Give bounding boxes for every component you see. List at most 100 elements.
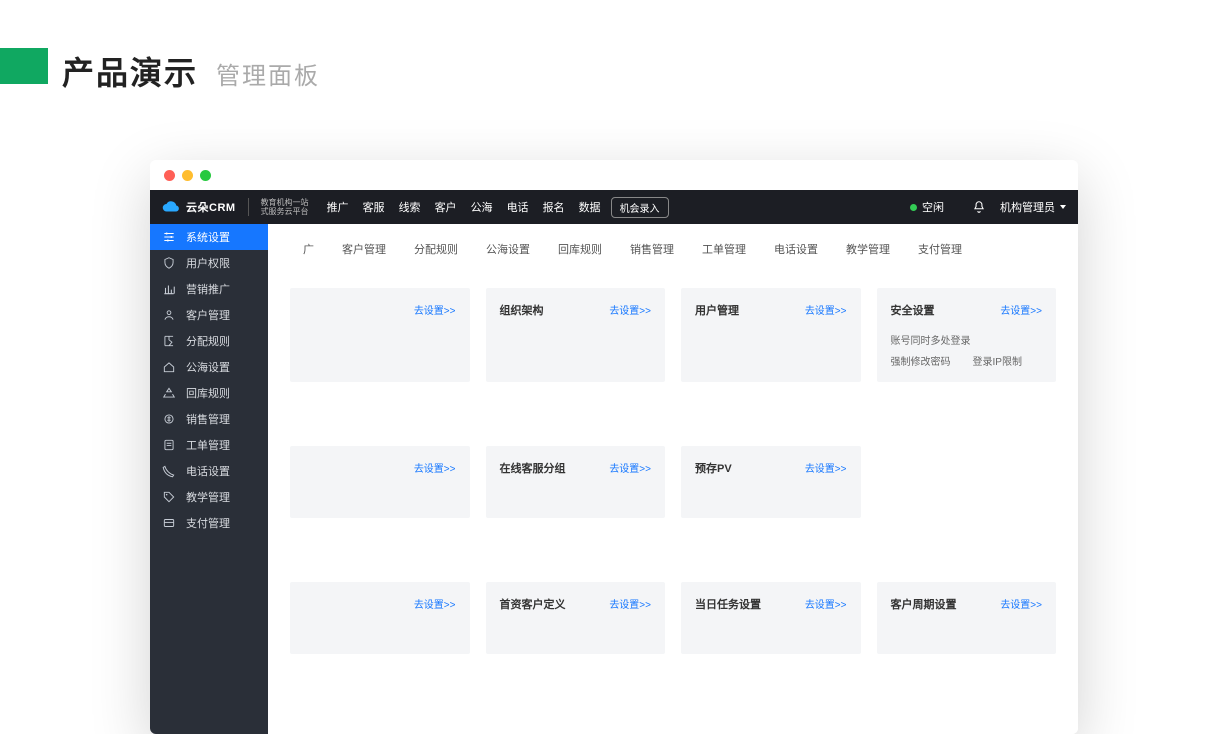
topnav-item-service[interactable]: 客服 [363, 199, 385, 215]
sidebar-item-label: 教学管理 [186, 489, 230, 505]
status-label: 空闲 [922, 199, 944, 215]
card-configure-link[interactable]: 去设置>> [609, 302, 651, 317]
status-dot-icon [910, 204, 917, 211]
topbar: 云朵CRM 教育机构一站 式服务云平台 推广 客服 线索 客户 公海 电话 报名… [150, 190, 1078, 224]
sidebar-item-customer-mgmt[interactable]: 客户管理 [150, 302, 268, 328]
sidebar-item-public-sea[interactable]: 公海设置 [150, 354, 268, 380]
card-placeholder-2: 去设置>> [290, 446, 470, 518]
chart-icon [162, 282, 176, 296]
subtab-teaching[interactable]: 教学管理 [835, 236, 901, 262]
sidebar-item-payment-mgmt[interactable]: 支付管理 [150, 510, 268, 536]
subtabs: 广 客户管理 分配规则 公海设置 回库规则 销售管理 工单管理 电话设置 教学管… [292, 224, 1078, 272]
card-configure-link[interactable]: 去设置>> [805, 460, 847, 475]
sidebar-item-label: 支付管理 [186, 515, 230, 531]
topnav-item-sea[interactable]: 公海 [471, 199, 493, 215]
topnav-item-lead[interactable]: 线索 [399, 199, 421, 215]
card-subitems: 账号同时多处登录 强制修改密码 登录IP限制 [891, 332, 1043, 368]
accent-bar [0, 48, 48, 84]
page-heading: 产品演示 管理面板 [0, 48, 320, 94]
phone-icon [162, 464, 176, 478]
card-security: 安全设置 去设置>> 账号同时多处登录 强制修改密码 登录IP限制 [877, 288, 1057, 382]
sidebar-item-return-rules[interactable]: 回库规则 [150, 380, 268, 406]
card-first-customer-def: 首资客户定义 去设置>> [486, 582, 666, 654]
sidebar-item-sales-mgmt[interactable]: 销售管理 [150, 406, 268, 432]
card-configure-link[interactable]: 去设置>> [414, 302, 456, 317]
person-icon [162, 308, 176, 322]
cloud-icon [162, 198, 180, 216]
card-customer-cycle: 客户周期设置 去设置>> [877, 582, 1057, 654]
subtab-partial[interactable]: 广 [292, 236, 325, 262]
subtab-payment[interactable]: 支付管理 [907, 236, 973, 262]
sidebar-item-marketing[interactable]: 营销推广 [150, 276, 268, 302]
sidebar-item-label: 客户管理 [186, 307, 230, 323]
card-configure-link[interactable]: 去设置>> [414, 596, 456, 611]
agent-status[interactable]: 空闲 [910, 199, 944, 215]
topnav-item-promo[interactable]: 推广 [327, 199, 349, 215]
card-user-mgmt: 用户管理 去设置>> [681, 288, 861, 382]
topnav-item-customer[interactable]: 客户 [435, 199, 457, 215]
shield-icon [162, 256, 176, 270]
card-subitem: 账号同时多处登录 [891, 332, 971, 347]
card-configure-link[interactable]: 去设置>> [609, 596, 651, 611]
sidebar-item-label: 公海设置 [186, 359, 230, 375]
main-panel: 广 客户管理 分配规则 公海设置 回库规则 销售管理 工单管理 电话设置 教学管… [268, 224, 1078, 734]
card-daily-task: 当日任务设置 去设置>> [681, 582, 861, 654]
card-row-3: 去设置>> 首资客户定义 去设置>> 当日任务设置 去设置>> 客户周期设置 去… [268, 566, 1078, 694]
recycle-icon [162, 386, 176, 400]
window-close-icon[interactable] [164, 170, 175, 181]
record-opportunity-button[interactable]: 机会录入 [611, 197, 669, 218]
card-configure-link[interactable]: 去设置>> [805, 302, 847, 317]
sidebar-item-teaching-mgmt[interactable]: 教学管理 [150, 484, 268, 510]
subtab-return-rules[interactable]: 回库规则 [547, 236, 613, 262]
sidebar-item-label: 系统设置 [186, 229, 230, 245]
subtab-distribution[interactable]: 分配规则 [403, 236, 469, 262]
card-icon [162, 516, 176, 530]
card-placeholder-3: 去设置>> [290, 582, 470, 654]
notifications-icon[interactable] [972, 200, 986, 214]
card-org-structure: 组织架构 去设置>> [486, 288, 666, 382]
sidebar-item-label: 工单管理 [186, 437, 230, 453]
card-configure-link[interactable]: 去设置>> [1000, 596, 1042, 611]
rules-icon [162, 334, 176, 348]
card-configure-link[interactable]: 去设置>> [414, 460, 456, 475]
chevron-down-icon [1060, 205, 1066, 209]
sliders-icon [162, 230, 176, 244]
sales-icon [162, 412, 176, 426]
page-subtitle: 管理面板 [216, 56, 320, 91]
card-configure-link[interactable]: 去设置>> [1000, 302, 1042, 317]
sidebar-item-label: 回库规则 [186, 385, 230, 401]
subtab-phone[interactable]: 电话设置 [763, 236, 829, 262]
subtab-public-sea[interactable]: 公海设置 [475, 236, 541, 262]
card-configure-link[interactable]: 去设置>> [805, 596, 847, 611]
sidebar-item-label: 用户权限 [186, 255, 230, 271]
page-title: 产品演示 [62, 48, 198, 94]
card-placeholder: 去设置>> [290, 288, 470, 382]
window-titlebar [150, 160, 1078, 190]
card-prestore-pv: 预存PV 去设置>> [681, 446, 861, 518]
sidebar-item-distribution-rules[interactable]: 分配规则 [150, 328, 268, 354]
window-minimize-icon[interactable] [182, 170, 193, 181]
sidebar-item-label: 分配规则 [186, 333, 230, 349]
subtab-sales[interactable]: 销售管理 [619, 236, 685, 262]
app-body: 系统设置 用户权限 营销推广 客户管理 [150, 224, 1078, 734]
top-nav: 推广 客服 线索 客户 公海 电话 报名 数据 [327, 199, 601, 215]
user-menu[interactable]: 机构管理员 [1000, 199, 1066, 215]
user-label: 机构管理员 [1000, 199, 1055, 215]
topnav-item-phone[interactable]: 电话 [507, 199, 529, 215]
topnav-item-signup[interactable]: 报名 [543, 199, 565, 215]
subtab-customer[interactable]: 客户管理 [331, 236, 397, 262]
sidebar-item-phone-settings[interactable]: 电话设置 [150, 458, 268, 484]
card-configure-link[interactable]: 去设置>> [609, 460, 651, 475]
card-row-1: 去设置>> 组织架构 去设置>> 用户管理 去设置>> 安全设置 去设置>> 账… [268, 272, 1078, 382]
sidebar-item-label: 电话设置 [186, 463, 230, 479]
card-row-2: 去设置>> 在线客服分组 去设置>> 预存PV 去设置>> [268, 430, 1078, 518]
topnav-item-data[interactable]: 数据 [579, 199, 601, 215]
sidebar: 系统设置 用户权限 营销推广 客户管理 [150, 224, 268, 734]
sidebar-item-system-settings[interactable]: 系统设置 [150, 224, 268, 250]
subtab-ticket[interactable]: 工单管理 [691, 236, 757, 262]
logo[interactable]: 云朵CRM 教育机构一站 式服务云平台 [162, 198, 309, 216]
sidebar-item-ticket-mgmt[interactable]: 工单管理 [150, 432, 268, 458]
window-maximize-icon[interactable] [200, 170, 211, 181]
card-subitem: 登录IP限制 [973, 353, 1022, 368]
sidebar-item-user-permission[interactable]: 用户权限 [150, 250, 268, 276]
